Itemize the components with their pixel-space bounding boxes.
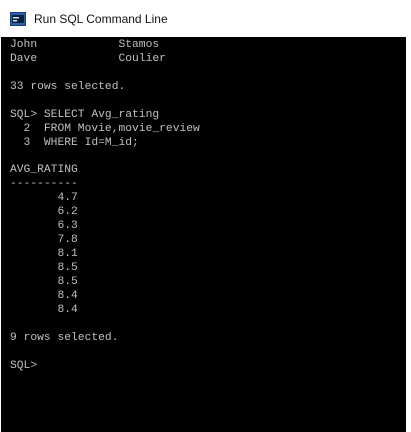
console-line: 2 FROM Movie,movie_review — [10, 122, 200, 135]
console-output[interactable]: John Stamos Dave Coulier 33 rows selected.… — [0, 37, 406, 432]
console-line: 8.5 — [10, 262, 78, 274]
console-line: AVG_RATING — [10, 164, 78, 177]
console-line: SQL> SELECT Avg_rating — [10, 108, 160, 121]
console-line: John Stamos — [10, 39, 160, 51]
window-title: Run SQL Command Line — [34, 11, 168, 26]
console-line: 8.1 — [10, 248, 78, 261]
console-line: 7.8 — [10, 234, 78, 247]
window-left-edge — [0, 0, 1, 432]
console-line: 9 rows selected. — [10, 331, 119, 344]
console-line: 8.5 — [10, 275, 78, 288]
console-line: 8.4 — [10, 289, 78, 302]
window-right-edge — [406, 37, 411, 432]
console-line: Dave Coulier — [10, 52, 166, 65]
sql-console-icon — [10, 11, 26, 26]
console-line: 3 WHERE Id=M_id; — [10, 136, 139, 149]
console-line: 33 rows selected. — [10, 80, 126, 93]
console-line: ---------- — [10, 178, 78, 191]
console-line: 6.2 — [10, 206, 78, 219]
console-line: 6.3 — [10, 220, 78, 233]
console-line: 8.4 — [10, 303, 78, 316]
title-bar[interactable]: Run SQL Command Line — [0, 0, 411, 37]
sql-console-window: Run SQL Command Line John Stamos Dave Cou… — [0, 0, 411, 432]
console-line: 4.7 — [10, 192, 78, 205]
console-line: SQL> — [10, 359, 44, 372]
